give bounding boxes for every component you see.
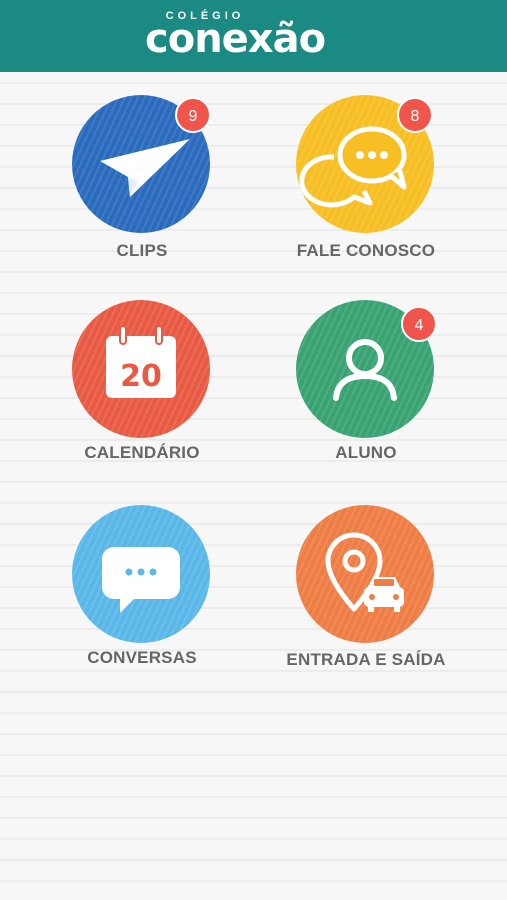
menu-item-aluno[interactable]: 4 ALUNO (261, 300, 471, 490)
menu-item-entrada-e-saida[interactable]: ENTRADA E SAÍDA (261, 505, 471, 695)
menu-item-conversas[interactable]: CONVERSAS (37, 505, 247, 695)
calendar-day: 20 (120, 359, 162, 394)
conversas-circle (72, 505, 210, 643)
clips-badge: 9 (175, 97, 211, 133)
menu-item-fale-conosco[interactable]: 8 FALE CONOSCO (261, 95, 471, 285)
aluno-badge: 4 (401, 306, 437, 342)
logo-title: conexão (145, 16, 326, 62)
clips-label: CLIPS (116, 241, 168, 260)
conversas-label: CONVERSAS (87, 648, 197, 667)
app-header: COLÉGIO conexão (0, 0, 507, 72)
location-car-icon (325, 532, 404, 612)
aluno-label: ALUNO (335, 443, 397, 462)
menu-item-calendario[interactable]: 20 CALENDÁRIO (37, 300, 247, 490)
school-logo: COLÉGIO conexão (0, 0, 507, 72)
calendario-circle: 20 (72, 300, 210, 438)
speech-bubble-icon (102, 547, 180, 613)
calendar-icon: 20 (106, 325, 176, 398)
entrada-saida-label: ENTRADA E SAÍDA (286, 650, 446, 669)
menu-item-clips[interactable]: 9 CLIPS (37, 95, 247, 285)
fale-conosco-badge: 8 (397, 97, 433, 133)
fale-conosco-label: FALE CONOSCO (296, 241, 436, 260)
entrada-saida-circle (296, 505, 434, 643)
calendario-label: CALENDÁRIO (84, 443, 200, 462)
